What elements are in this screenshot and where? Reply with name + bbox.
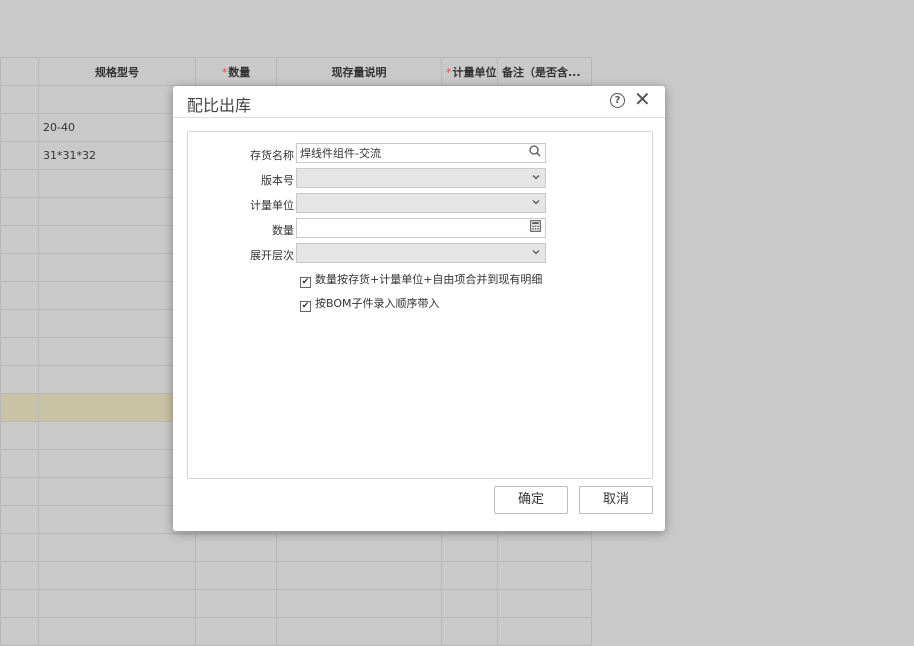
quantity-row: 数量 <box>188 218 652 240</box>
expand-level-label: 展开层次 <box>250 249 294 262</box>
table-row[interactable] <box>0 617 592 646</box>
version-row: 版本号 <box>188 168 652 190</box>
title-divider <box>173 117 665 118</box>
quantity-input[interactable] <box>296 218 546 238</box>
unit-label: 计量单位 <box>250 199 294 212</box>
checkbox-checked-icon[interactable]: ✔ <box>300 277 311 288</box>
ratio-outbound-dialog: 配比出库 ? ✕ 存货名称 焊线件组件-交流 版本号 计量单位 数量 展开层次 … <box>173 86 665 531</box>
cell-spec[interactable]: 31*31*32 <box>38 141 196 170</box>
expand-level-row: 展开层次 <box>188 243 652 265</box>
cell-spec[interactable]: 20-40 <box>38 113 196 142</box>
checkbox-checked-icon[interactable]: ✔ <box>300 301 311 312</box>
chevron-down-icon[interactable] <box>531 244 541 263</box>
calculator-icon[interactable] <box>530 219 541 238</box>
unit-select[interactable] <box>296 193 546 213</box>
chevron-down-icon[interactable] <box>531 169 541 188</box>
merge-checkbox-label: 数量按存货+计量单位+自由项合并到现有明细 <box>315 273 543 286</box>
bom-order-checkbox[interactable]: ✔ 按BOM子件录入顺序带入 <box>300 295 440 312</box>
required-mark: * <box>221 65 228 79</box>
form-panel: 存货名称 焊线件组件-交流 版本号 计量单位 数量 展开层次 ✔ 数量按存货+计… <box>187 131 653 479</box>
search-icon[interactable] <box>529 144 541 163</box>
inventory-name-row: 存货名称 焊线件组件-交流 <box>188 143 652 165</box>
dialog-title: 配比出库 <box>187 96 252 115</box>
col-header-quantity[interactable]: *数量 <box>195 57 277 86</box>
col-header-unit[interactable]: *计量单位 <box>441 57 498 86</box>
grid-header-row: 规格型号 *数量 现存量说明 *计量单位 备注（是否含... <box>0 57 592 86</box>
col-header-stock-note[interactable]: 现存量说明 <box>276 57 442 86</box>
expand-level-select[interactable] <box>296 243 546 263</box>
col-header-remark[interactable]: 备注（是否含... <box>497 57 592 86</box>
table-row[interactable] <box>0 561 592 590</box>
col-header-blank <box>0 57 39 86</box>
quantity-label: 数量 <box>272 224 294 237</box>
col-header-spec[interactable]: 规格型号 <box>38 57 196 86</box>
cancel-button[interactable]: 取消 <box>579 486 653 514</box>
merge-checkbox[interactable]: ✔ 数量按存货+计量单位+自由项合并到现有明细 <box>300 271 543 288</box>
chevron-down-icon[interactable] <box>531 194 541 213</box>
close-icon[interactable]: ✕ <box>634 89 651 109</box>
required-mark: * <box>446 65 452 79</box>
help-icon[interactable]: ? <box>610 93 625 108</box>
inventory-name-input[interactable]: 焊线件组件-交流 <box>296 143 546 163</box>
unit-row: 计量单位 <box>188 193 652 215</box>
table-row[interactable] <box>0 533 592 562</box>
version-label: 版本号 <box>261 174 294 187</box>
bom-order-checkbox-label: 按BOM子件录入顺序带入 <box>315 297 440 310</box>
table-row[interactable] <box>0 589 592 618</box>
confirm-button[interactable]: 确定 <box>494 486 568 514</box>
version-select[interactable] <box>296 168 546 188</box>
inventory-name-label: 存货名称 <box>250 149 294 162</box>
